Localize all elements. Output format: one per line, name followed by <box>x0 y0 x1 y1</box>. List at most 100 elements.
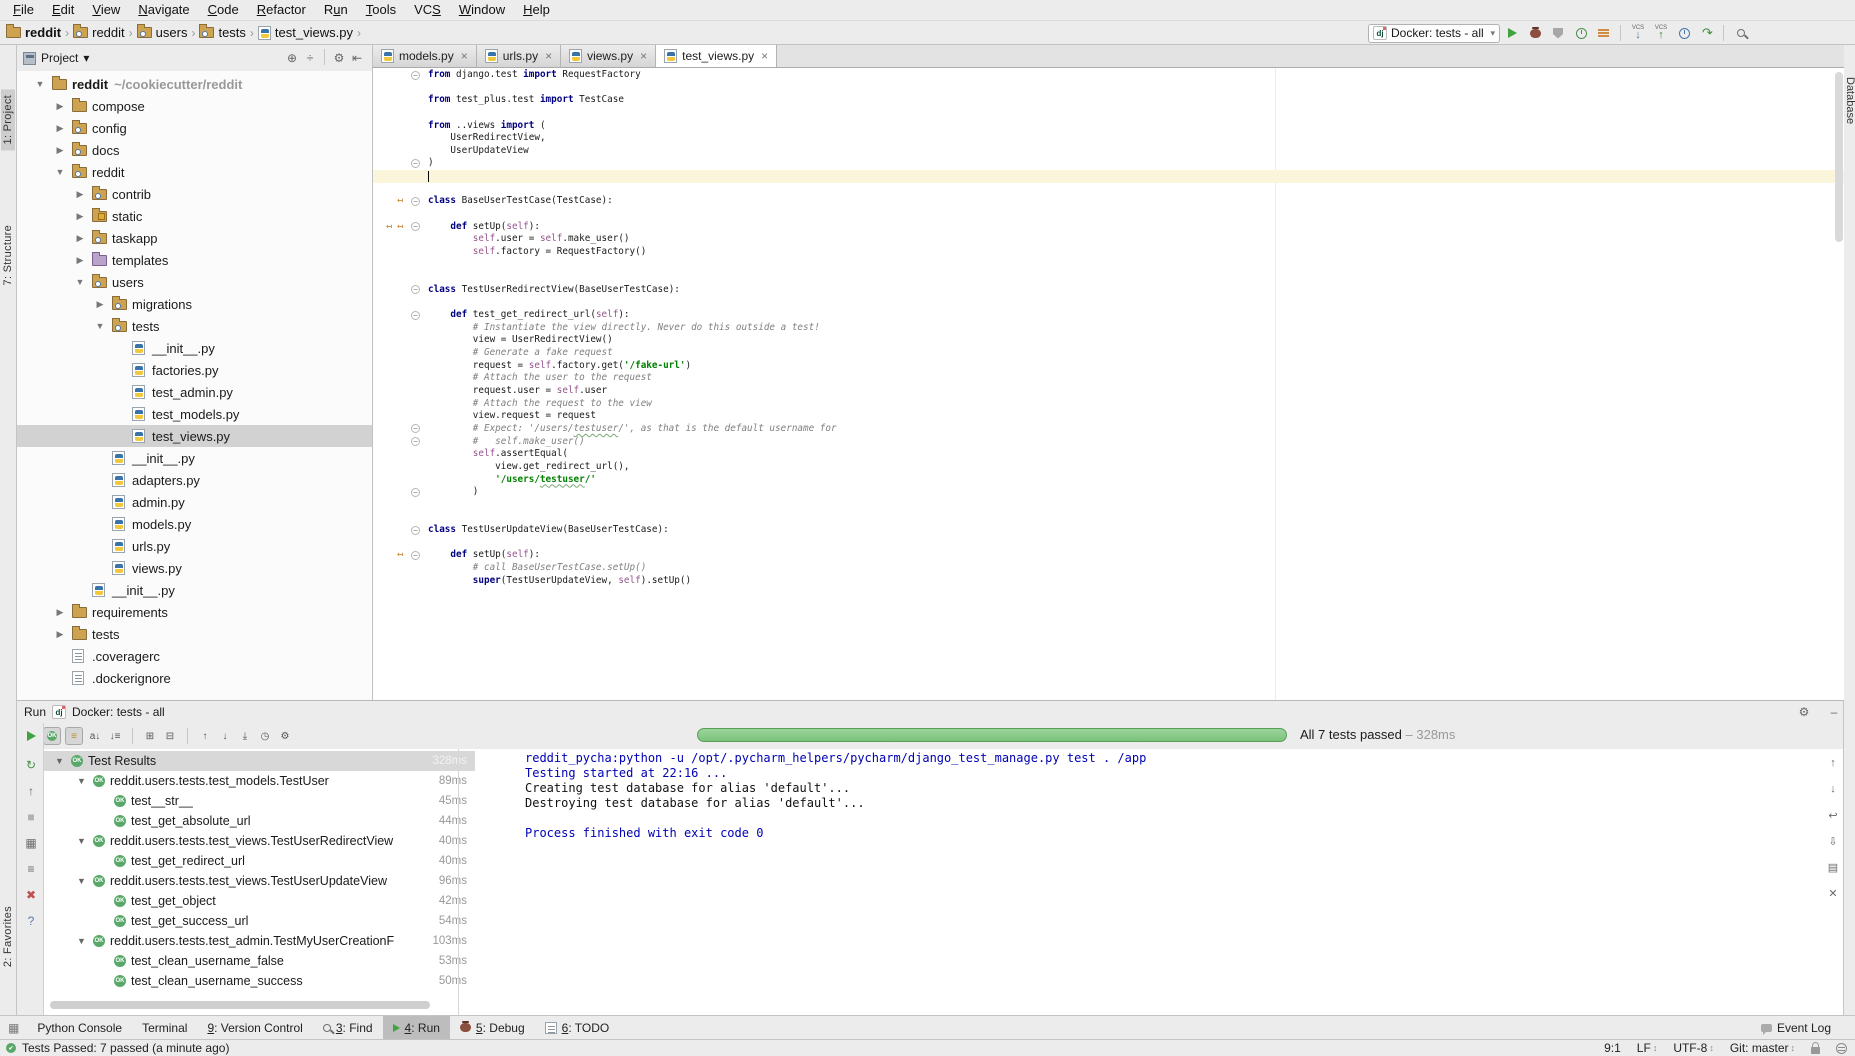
tree-expanded-arrow[interactable]: ▼ <box>55 756 64 766</box>
tree-collapsed-arrow[interactable]: ▶ <box>75 189 85 200</box>
tree-item--coveragerc[interactable]: .coveragerc <box>17 645 372 667</box>
menu-run[interactable]: Run <box>315 0 357 20</box>
stripe-tab-1-project[interactable]: 1: Project <box>1 89 15 150</box>
project-tree[interactable]: ▼reddit~/cookiecutter/reddit▶compose▶con… <box>17 73 372 700</box>
tree-item-adapters-py[interactable]: adapters.py <box>17 469 372 491</box>
fold-icon[interactable]: − <box>411 437 420 446</box>
tree-expanded-arrow[interactable]: ▼ <box>77 936 86 946</box>
encoding-selector[interactable]: UTF-8↕ <box>1673 1041 1714 1055</box>
stop-icon[interactable]: ■ <box>23 809 39 825</box>
vcs-update-icon[interactable]: VCS↓ <box>1627 23 1649 43</box>
vcs-commit-icon[interactable]: VCS↑ <box>1650 23 1672 43</box>
toolbar-3-find[interactable]: 3: Find <box>313 1016 383 1040</box>
fold-icon[interactable]: − <box>411 71 420 80</box>
tree-item-views-py[interactable]: views.py <box>17 557 372 579</box>
tree-item-users[interactable]: ▼users <box>17 271 372 293</box>
sort-alphabetically-icon[interactable]: a↓ <box>87 727 103 745</box>
fold-icon[interactable]: − <box>411 159 420 168</box>
fold-icon[interactable]: − <box>411 488 420 497</box>
tree-item-reddit[interactable]: ▼reddit <box>17 161 372 183</box>
tree-item-__init__-py[interactable]: __init__.py <box>17 579 372 601</box>
tab-views-py[interactable]: views.py× <box>561 45 656 67</box>
tree-item-__init__-py[interactable]: __init__.py <box>17 337 372 359</box>
tree-collapsed-arrow[interactable]: ▶ <box>75 255 85 266</box>
scroll-to-end-icon[interactable]: ⇩ <box>1825 833 1841 849</box>
tree-collapsed-arrow[interactable]: ▶ <box>95 299 105 310</box>
tree-expanded-arrow[interactable]: ▼ <box>55 167 65 177</box>
close-icon[interactable]: × <box>761 49 768 63</box>
run-icon[interactable] <box>1501 23 1523 43</box>
test-marker-icon[interactable]: ↤ <box>397 549 403 561</box>
tree-expanded-arrow[interactable]: ▼ <box>77 836 86 846</box>
test-node-test__str__[interactable]: OKtest__str__45ms <box>44 791 475 811</box>
test-tree-hscrollbar[interactable] <box>50 1001 430 1009</box>
menu-navigate[interactable]: Navigate <box>129 0 198 20</box>
test-settings-icon[interactable]: ⚙ <box>277 727 293 745</box>
tool-window-switcher-icon[interactable]: ▦ <box>0 1016 27 1040</box>
test-marker-icon[interactable]: ↤ <box>397 195 403 207</box>
coverage-icon[interactable] <box>1547 23 1569 43</box>
settings-icon[interactable]: ⚙ <box>330 49 348 67</box>
tree-item-templates[interactable]: ▶templates <box>17 249 372 271</box>
tree-item-tests[interactable]: ▶tests <box>17 623 372 645</box>
breadcrumb-item[interactable]: reddit <box>73 25 125 40</box>
tree-collapsed-arrow[interactable]: ▶ <box>75 233 85 244</box>
tree-expanded-arrow[interactable]: ▼ <box>77 876 86 886</box>
breadcrumb-item[interactable]: test_views.py <box>258 25 353 40</box>
clear-all-icon[interactable]: ✕ <box>1825 885 1841 901</box>
tree-item-tests[interactable]: ▼tests <box>17 315 372 337</box>
test-node-reddit-users-tests-test_admin-testmyusercreationf[interactable]: ▼OKreddit.users.tests.test_admin.TestMyU… <box>44 931 475 951</box>
help-icon[interactable]: ? <box>23 913 39 929</box>
test-node-test_get_redirect_url[interactable]: OKtest_get_redirect_url40ms <box>44 851 475 871</box>
tree-item-taskapp[interactable]: ▶taskapp <box>17 227 372 249</box>
menu-file[interactable]: File <box>4 0 43 20</box>
menu-code[interactable]: Code <box>199 0 248 20</box>
tab-test_views-py[interactable]: test_views.py× <box>656 45 777 67</box>
stripe-tab-database[interactable]: Database <box>1844 73 1855 128</box>
tree-collapsed-arrow[interactable]: ▶ <box>55 145 65 156</box>
toolbar-4-run[interactable]: 4: Run <box>383 1016 450 1040</box>
close-icon[interactable]: × <box>545 49 552 63</box>
fold-icon[interactable]: − <box>411 551 420 560</box>
tree-item-requirements[interactable]: ▶requirements <box>17 601 372 623</box>
editor-scrollbar[interactable] <box>1835 72 1843 242</box>
up-stack-trace-icon[interactable]: ↑ <box>1825 755 1841 771</box>
fold-icon[interactable]: − <box>411 526 420 535</box>
sort-by-duration-icon[interactable]: ↓≡ <box>107 727 123 745</box>
toolbar-6-todo[interactable]: 6: TODO <box>535 1016 620 1040</box>
test-node-test-results[interactable]: ▼OKTest Results328ms <box>44 751 475 771</box>
tree-collapsed-arrow[interactable]: ▶ <box>75 211 85 222</box>
menu-tools[interactable]: Tools <box>357 0 405 20</box>
toolbar-event-log[interactable]: Event Log <box>1751 1016 1841 1040</box>
breadcrumb-item[interactable]: reddit <box>6 25 61 40</box>
tree-item--dockerignore[interactable]: .dockerignore <box>17 667 372 689</box>
menu-edit[interactable]: Edit <box>43 0 83 20</box>
code-editor[interactable]: from django.test import RequestFactory− … <box>373 68 1844 700</box>
tree-collapsed-arrow[interactable]: ▶ <box>55 123 65 134</box>
history-icon[interactable] <box>1673 23 1695 43</box>
hide-icon[interactable]: ⇤ <box>348 49 366 67</box>
menu-vcs[interactable]: VCS <box>405 0 450 20</box>
caret-position[interactable]: 9:1 <box>1604 1041 1621 1055</box>
test-node-test_get_object[interactable]: OKtest_get_object42ms <box>44 891 475 911</box>
close-icon[interactable]: ✖ <box>23 887 39 903</box>
toolbar-terminal[interactable]: Terminal <box>132 1016 197 1040</box>
tree-collapsed-arrow[interactable]: ▶ <box>55 607 65 618</box>
tree-expanded-arrow[interactable]: ▼ <box>75 277 85 287</box>
menu-help[interactable]: Help <box>514 0 559 20</box>
stripe-tab-2-favorites[interactable]: 2: Favorites <box>1 900 15 973</box>
running-list-icon[interactable] <box>1593 23 1615 43</box>
test-node-test_get_absolute_url[interactable]: OKtest_get_absolute_url44ms <box>44 811 475 831</box>
search-icon[interactable] <box>1730 23 1752 43</box>
test-marker-icon[interactable]: ↤ <box>397 221 403 233</box>
collapse-all-icon[interactable]: ⊟ <box>162 727 178 745</box>
run-console[interactable]: reddit_pycha:python -u /opt/.pycharm_hel… <box>460 751 1820 1011</box>
previous-failed-icon[interactable]: ↑ <box>197 727 213 745</box>
print-icon[interactable]: ▤ <box>1825 859 1841 875</box>
test-node-reddit-users-tests-test_views-testuserupdateview[interactable]: ▼OKreddit.users.tests.test_views.TestUse… <box>44 871 475 891</box>
test-node-reddit-users-tests-test_models-testuser[interactable]: ▼OKreddit.users.tests.test_models.TestUs… <box>44 771 475 791</box>
restore-layout-icon[interactable]: ▦ <box>23 835 39 851</box>
test-node-reddit-users-tests-test_views-testuserredirectview[interactable]: ▼OKreddit.users.tests.test_views.TestUse… <box>44 831 475 851</box>
tree-item-factories-py[interactable]: factories.py <box>17 359 372 381</box>
tree-expanded-arrow[interactable]: ▼ <box>77 776 86 786</box>
